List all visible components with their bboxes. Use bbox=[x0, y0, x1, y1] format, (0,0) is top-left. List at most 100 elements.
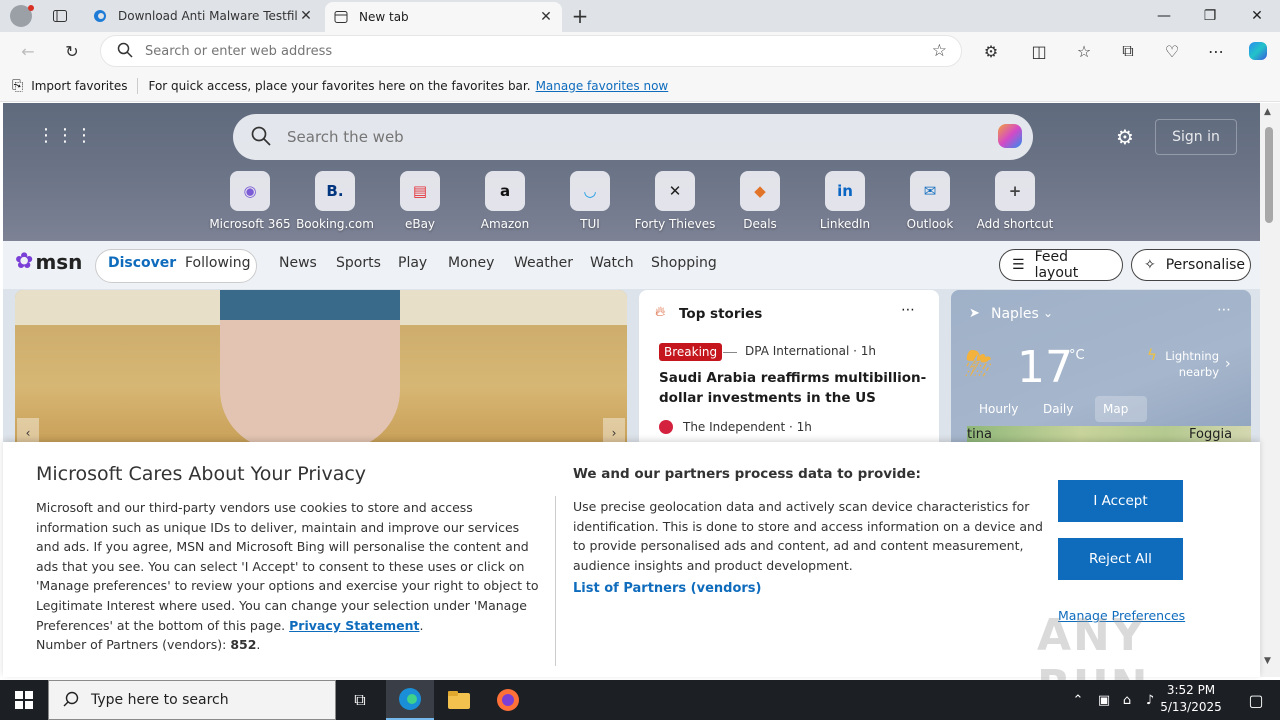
shortcut-ebay[interactable]: ▤ eBay bbox=[377, 171, 463, 231]
split-screen-icon[interactable]: ◫ bbox=[1025, 37, 1053, 65]
address-bar[interactable]: ☆ bbox=[100, 35, 962, 67]
weather-alert[interactable]: Lightning nearby bbox=[1157, 348, 1219, 380]
reject-all-button[interactable]: Reject All bbox=[1058, 538, 1183, 580]
edge-taskbar-icon[interactable] bbox=[386, 680, 434, 720]
privacy-statement-link[interactable]: Privacy Statement bbox=[289, 618, 419, 633]
shortcut-outlook[interactable]: ✉ Outlook bbox=[887, 171, 973, 231]
shortcut-tile-icon: in bbox=[825, 171, 865, 211]
msn-logo[interactable]: ✿ msn bbox=[15, 249, 82, 274]
task-view-icon[interactable]: ⧉ bbox=[336, 680, 384, 720]
nav-play[interactable]: Play bbox=[398, 255, 427, 271]
taskbar-search-placeholder: Type here to search bbox=[91, 692, 229, 708]
tray-chevron-up-icon[interactable]: ⌃ bbox=[1066, 680, 1090, 720]
shortcut-label: Forty Thieves bbox=[634, 217, 716, 231]
list-of-partners-link[interactable]: List of Partners (vendors) bbox=[573, 581, 761, 596]
accept-button[interactable]: I Accept bbox=[1058, 480, 1183, 522]
close-tab-icon[interactable]: ✕ bbox=[298, 8, 314, 24]
weather-location[interactable]: Naples bbox=[991, 306, 1039, 322]
browser-essentials-icon[interactable]: ♡ bbox=[1158, 37, 1186, 65]
more-options-icon[interactable]: ⋯ bbox=[1217, 302, 1231, 318]
network-icon[interactable]: ⌂ bbox=[1115, 680, 1139, 720]
feed-layout-button[interactable]: ☰ Feed layout bbox=[999, 249, 1123, 281]
shortcut-tile-icon: ✉ bbox=[910, 171, 950, 211]
personalise-button[interactable]: ✧ Personalise bbox=[1131, 249, 1251, 281]
consent-right-body: Use precise geolocation data and activel… bbox=[573, 499, 1043, 573]
scroll-thumb[interactable] bbox=[1265, 127, 1273, 223]
scroll-up-icon[interactable]: ▲ bbox=[1264, 107, 1271, 117]
favorites-icon[interactable]: ☆ bbox=[1070, 37, 1098, 65]
restore-button[interactable]: ❐ bbox=[1187, 0, 1233, 32]
nav-news[interactable]: News bbox=[279, 255, 317, 271]
refresh-button[interactable]: ↻ bbox=[58, 37, 86, 65]
taskbar-search[interactable]: Type here to search bbox=[48, 680, 336, 720]
firefox-icon[interactable] bbox=[484, 680, 532, 720]
tab-actions-icon[interactable] bbox=[46, 2, 74, 30]
nav-weather[interactable]: Weather bbox=[514, 255, 573, 271]
system-clock[interactable]: 3:52 PM 5/13/2025 bbox=[1158, 682, 1224, 716]
import-favorites-button[interactable]: Import favorites bbox=[31, 79, 127, 93]
tray-device-icon[interactable]: ▣ bbox=[1092, 680, 1116, 720]
page-settings-icon[interactable]: ⚙ bbox=[1116, 125, 1134, 149]
breaking-badge: Breaking bbox=[659, 343, 723, 361]
web-search-box[interactable] bbox=[233, 114, 1033, 160]
start-button[interactable] bbox=[0, 680, 48, 720]
hero-news-image[interactable]: ‹ › bbox=[15, 290, 627, 450]
story-headline[interactable]: Saudi Arabia reaffirms multibillion-doll… bbox=[659, 368, 929, 408]
close-tab-icon[interactable]: ✕ bbox=[538, 9, 554, 25]
newtab-favicon-icon bbox=[333, 9, 349, 25]
nav-shopping[interactable]: Shopping bbox=[651, 255, 717, 271]
weather-tab-hourly[interactable]: Hourly bbox=[979, 402, 1018, 416]
shortcut-add-shortcut[interactable]: + Add shortcut bbox=[972, 171, 1058, 231]
chevron-down-icon[interactable]: ⌄ bbox=[1043, 306, 1053, 320]
top-stories-card: 🔥︎ Top stories ⋯ Breaking DPA Internatio… bbox=[639, 290, 939, 450]
search-icon bbox=[251, 126, 271, 149]
shortcut-label: Microsoft 365 bbox=[209, 217, 291, 231]
profile-alert-dot bbox=[28, 5, 34, 11]
copilot-search-icon[interactable] bbox=[995, 121, 1025, 154]
consent-title: Microsoft Cares About Your Privacy bbox=[36, 463, 367, 485]
close-window-button[interactable]: ✕ bbox=[1234, 0, 1280, 32]
search-icon bbox=[117, 42, 133, 61]
new-tab-button[interactable]: + bbox=[566, 2, 594, 30]
tab-discover[interactable]: Discover bbox=[108, 255, 176, 271]
shortcut-booking-com[interactable]: B. Booking.com bbox=[292, 171, 378, 231]
more-menu-icon[interactable]: ⋯ bbox=[1202, 37, 1230, 65]
personalise-label: Personalise bbox=[1165, 257, 1246, 273]
nav-sports[interactable]: Sports bbox=[336, 255, 381, 271]
shortcut-tui[interactable]: ◡ TUI bbox=[547, 171, 633, 231]
weather-tab-daily[interactable]: Daily bbox=[1043, 402, 1073, 416]
shortcut-deals[interactable]: ◆ Deals bbox=[717, 171, 803, 231]
address-input[interactable] bbox=[145, 43, 932, 59]
extensions-icon[interactable]: ⚙ bbox=[977, 37, 1005, 65]
apps-launcher-icon[interactable]: ⋮⋮⋮ bbox=[37, 125, 94, 146]
scroll-down-icon[interactable]: ▼ bbox=[1264, 656, 1271, 666]
nav-money[interactable]: Money bbox=[448, 255, 494, 271]
notifications-icon[interactable]: ▢ bbox=[1232, 680, 1280, 720]
sliders-icon: ☰ bbox=[1012, 257, 1025, 273]
collections-icon[interactable]: ⧉ bbox=[1114, 37, 1142, 65]
favorites-hint: For quick access, place your favorites h… bbox=[148, 78, 531, 93]
chevron-right-icon[interactable]: › bbox=[1225, 356, 1231, 372]
file-explorer-icon[interactable] bbox=[435, 680, 483, 720]
manage-favorites-link[interactable]: Manage favorites now bbox=[536, 79, 669, 93]
shortcut-label: Booking.com bbox=[296, 217, 374, 231]
shortcut-amazon[interactable]: a Amazon bbox=[462, 171, 548, 231]
tab-download-testfile[interactable]: Download Anti Malware Testfile - ✕ bbox=[84, 0, 322, 32]
back-button[interactable]: ← bbox=[14, 37, 42, 65]
shortcut-label: Amazon bbox=[480, 217, 530, 231]
shortcut-forty-thieves[interactable]: ✕ Forty Thieves bbox=[632, 171, 718, 231]
page-scrollbar[interactable]: ▲ ▼ bbox=[1260, 103, 1280, 677]
tab-new-tab[interactable]: New tab ✕ bbox=[325, 2, 562, 32]
minimize-button[interactable]: — bbox=[1141, 0, 1187, 32]
weather-tab-map[interactable]: Map bbox=[1103, 402, 1128, 416]
shortcut-label: TUI bbox=[580, 217, 600, 231]
copilot-icon[interactable] bbox=[1244, 37, 1272, 65]
nav-watch[interactable]: Watch bbox=[590, 255, 634, 271]
shortcut-linkedin[interactable]: in LinkedIn bbox=[802, 171, 888, 231]
favorite-star-icon[interactable]: ☆ bbox=[932, 41, 947, 61]
more-options-icon[interactable]: ⋯ bbox=[901, 302, 915, 318]
tab-following[interactable]: Following bbox=[185, 255, 251, 271]
web-search-input[interactable] bbox=[287, 128, 995, 146]
shortcut-microsoft-365[interactable]: ◉ Microsoft 365 bbox=[207, 171, 293, 231]
sign-in-button[interactable]: Sign in bbox=[1155, 119, 1237, 155]
